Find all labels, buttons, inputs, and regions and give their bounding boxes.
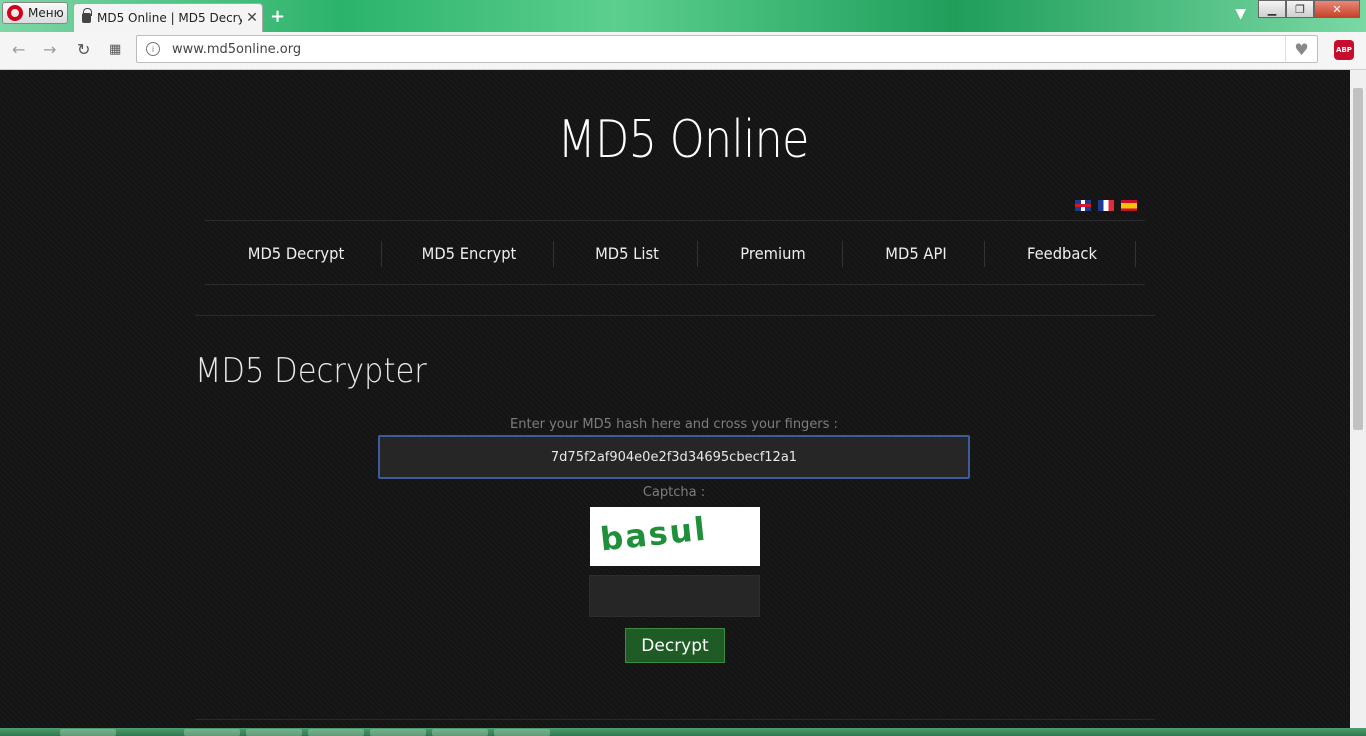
back-icon[interactable]: ← <box>12 40 25 59</box>
window-controls: ▼ ▁ ❐ ✕ <box>1235 0 1360 22</box>
nav-divider <box>697 241 698 267</box>
adblock-plus-icon[interactable]: ABP <box>1334 40 1354 60</box>
windows-taskbar <box>0 728 1366 736</box>
nav-divider <box>1135 241 1136 267</box>
nav-divider <box>842 241 843 267</box>
md5-hash-input[interactable] <box>378 435 970 479</box>
tab-title: MD5 Online | MD5 Decryp <box>97 11 242 25</box>
taskbar-item[interactable] <box>184 729 240 736</box>
divider <box>195 315 1155 316</box>
captcha-text: basul <box>598 509 709 559</box>
heart-icon[interactable]: ♥ <box>1285 36 1317 62</box>
speed-dial-icon[interactable]: ▦ <box>109 42 121 57</box>
divider <box>195 719 1155 720</box>
decrypt-button[interactable]: Decrypt <box>625 628 725 663</box>
taskbar-item[interactable] <box>246 729 302 736</box>
page-scrollbar[interactable] <box>1350 70 1366 728</box>
close-window-button[interactable]: ✕ <box>1314 0 1360 18</box>
nav-md5-decrypt[interactable]: MD5 Decrypt <box>236 241 356 267</box>
browser-tab[interactable]: MD5 Online | MD5 Decryp ✕ <box>73 3 263 32</box>
taskbar-item[interactable] <box>494 729 550 736</box>
tab-close-icon[interactable]: ✕ <box>242 10 262 26</box>
language-flags <box>1075 200 1137 211</box>
url-text[interactable]: www.md5online.org <box>172 42 1285 57</box>
address-bar[interactable]: i www.md5online.org ♥ <box>136 35 1318 63</box>
site-title: MD5 Online <box>557 110 809 170</box>
nav-md5-encrypt[interactable]: MD5 Encrypt <box>409 241 529 267</box>
nav-divider <box>984 241 985 267</box>
captcha-input[interactable] <box>589 575 760 617</box>
taskbar-item[interactable] <box>308 729 364 736</box>
reload-icon[interactable]: ↻ <box>77 40 90 59</box>
nav-md5-api[interactable]: MD5 API <box>870 241 962 267</box>
nav-md5-list[interactable]: MD5 List <box>581 241 673 267</box>
scroll-thumb[interactable] <box>1353 88 1363 430</box>
minimize-button[interactable]: ▁ <box>1258 0 1286 18</box>
hash-input-label: Enter your MD5 hash here and cross your … <box>510 417 838 432</box>
taskbar-item[interactable] <box>370 729 426 736</box>
site-info-icon[interactable]: i <box>146 42 160 56</box>
nav-divider <box>553 241 554 267</box>
lock-icon <box>82 8 92 23</box>
page-content: MD5 Online MD5 Decrypt MD5 Encrypt MD5 L… <box>0 70 1350 728</box>
forward-icon[interactable]: → <box>43 40 56 59</box>
nav-divider <box>381 241 382 267</box>
captcha-label: Captcha : <box>642 485 706 500</box>
taskbar-item[interactable] <box>60 729 116 736</box>
nav-premium[interactable]: Premium <box>727 241 819 267</box>
new-tab-button[interactable]: + <box>270 6 285 27</box>
page-title: MD5 Decrypter <box>195 351 427 391</box>
maximize-button[interactable]: ❐ <box>1286 0 1314 18</box>
browser-toolbar: ← → ↻ ▦ i www.md5online.org ♥ ABP <box>0 32 1366 70</box>
browser-title-bar: Меню MD5 Online | MD5 Decryp ✕ + ▼ ▁ ❐ ✕ <box>0 0 1366 32</box>
main-nav: MD5 Decrypt MD5 Encrypt MD5 List Premium… <box>205 220 1145 285</box>
opera-menu-button[interactable]: Меню <box>2 2 68 24</box>
tab-list-icon[interactable]: ▼ <box>1235 6 1246 22</box>
opera-logo-icon <box>7 5 23 21</box>
taskbar-item[interactable] <box>432 729 488 736</box>
flag-es-icon[interactable] <box>1121 200 1137 211</box>
flag-uk-icon[interactable] <box>1075 200 1091 211</box>
captcha-image: basul <box>590 507 760 566</box>
nav-feedback[interactable]: Feedback <box>1016 241 1108 267</box>
flag-fr-icon[interactable] <box>1098 200 1114 211</box>
opera-menu-label: Меню <box>28 6 64 20</box>
